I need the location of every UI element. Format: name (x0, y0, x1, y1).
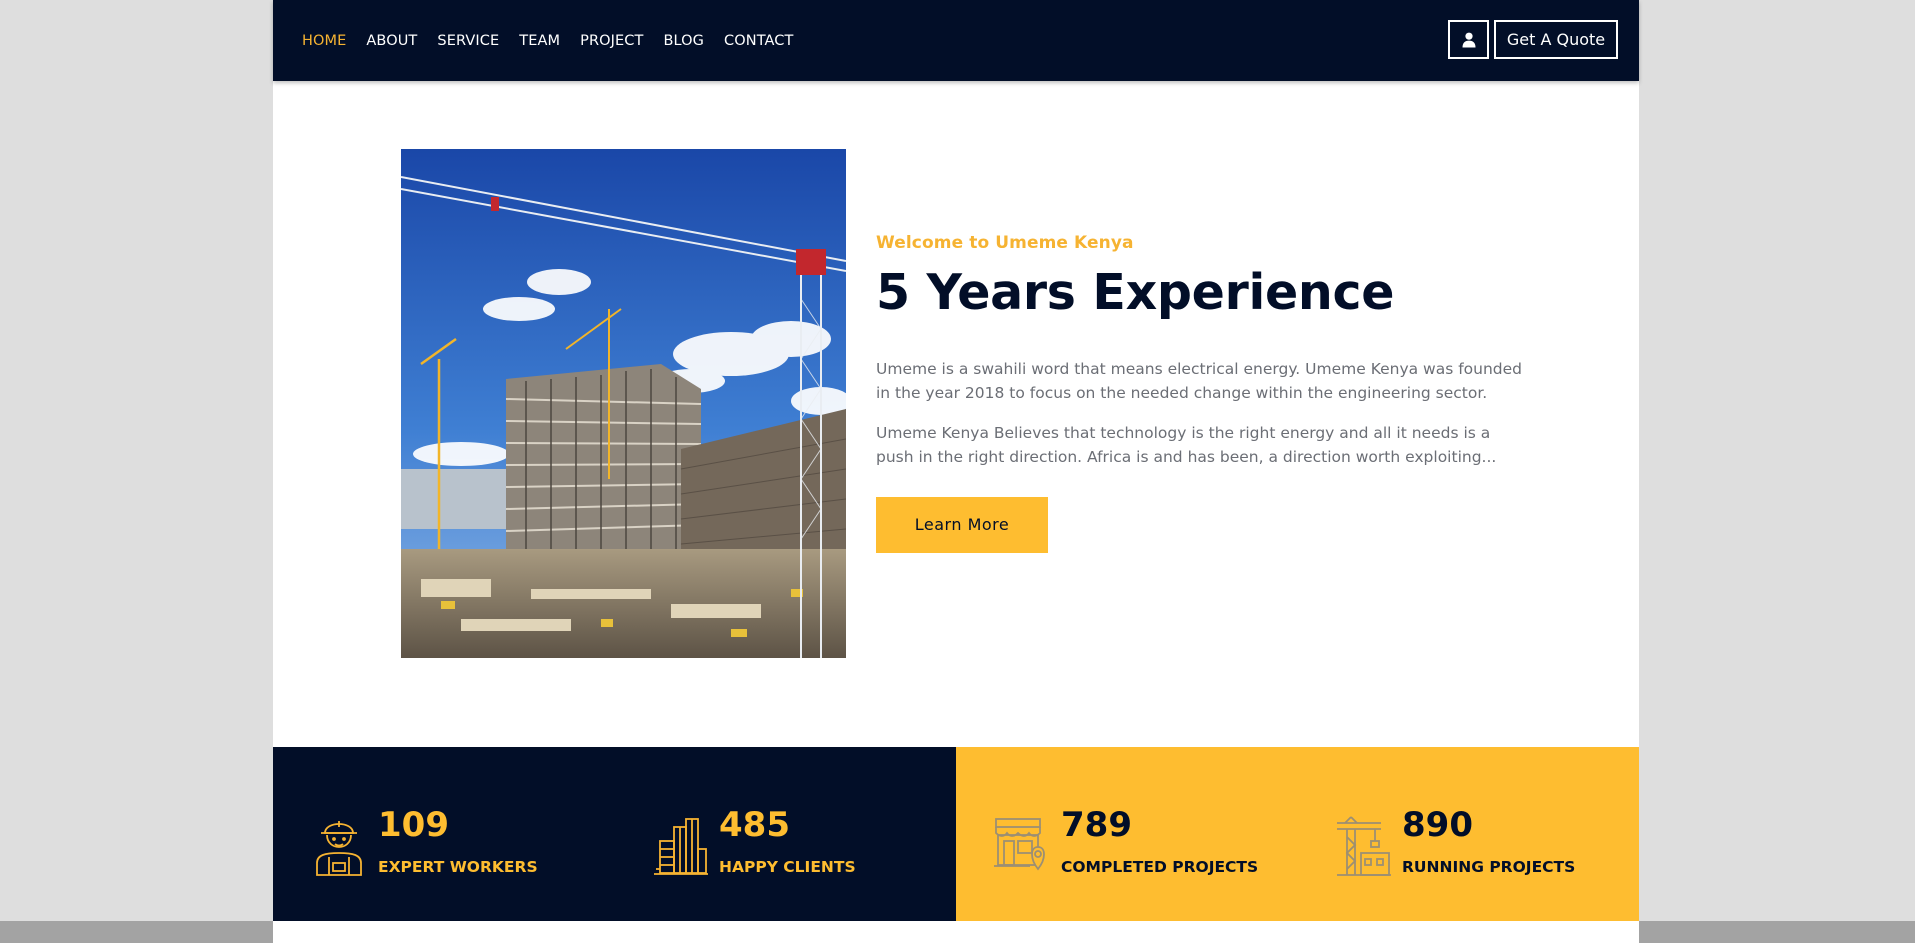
worker-icon (316, 821, 362, 876)
nav-item-about[interactable]: ABOUT (366, 33, 417, 49)
user-icon (1462, 32, 1475, 47)
nav-item-project[interactable]: PROJECT (580, 33, 643, 49)
about-paragraph-1: Umeme is a swahili word that means elect… (876, 359, 1523, 402)
crane-construction-icon (1337, 816, 1391, 876)
stat-value: 890 (1402, 805, 1473, 845)
stat-label: RUNNING PROJECTS (1402, 858, 1576, 876)
about-construction-image (401, 149, 846, 658)
nav-item-team[interactable]: TEAM (519, 33, 560, 49)
stat-completed-projects: 789 COMPLETED PROJECTS (956, 747, 1297, 921)
nav-item-blog[interactable]: BLOG (663, 33, 704, 49)
main-nav-menu: HOME ABOUT SERVICE TEAM PROJECT BLOG CON… (302, 0, 813, 81)
nav-item-contact[interactable]: CONTACT (724, 33, 793, 49)
stat-label: COMPLETED PROJECTS (1061, 858, 1259, 876)
stats-dark-half: 109 EXPERT WORKERS 485 HAPPY CLIENTS (273, 747, 956, 921)
buildings-icon (654, 818, 708, 875)
stats-section: 109 EXPERT WORKERS 485 HAPPY CLIENTS 789… (273, 747, 1639, 921)
stat-expert-workers: 109 EXPERT WORKERS (273, 747, 614, 921)
shop-location-icon (994, 818, 1045, 871)
stat-value: 109 (378, 805, 449, 845)
about-title: 5 Years Experience (876, 264, 1395, 321)
about-paragraph-2: Umeme Kenya Believes that technology is … (876, 423, 1497, 466)
top-navbar: HOME ABOUT SERVICE TEAM PROJECT BLOG CON… (273, 0, 1639, 81)
get-quote-button[interactable]: Get A Quote (1494, 20, 1618, 59)
learn-more-button[interactable]: Learn More (876, 496, 1048, 553)
stats-yellow-half: 789 COMPLETED PROJECTS 890 RUNNING PROJE… (956, 747, 1639, 921)
user-account-button[interactable] (1448, 20, 1489, 59)
nav-item-home[interactable]: HOME (302, 33, 346, 49)
stat-value: 485 (719, 805, 790, 845)
page-container: HOME ABOUT SERVICE TEAM PROJECT BLOG CON… (273, 0, 1639, 943)
stat-happy-clients: 485 HAPPY CLIENTS (614, 747, 955, 921)
nav-item-service[interactable]: SERVICE (437, 33, 499, 49)
about-text-block: Welcome to Umeme Kenya 5 Years Experienc… (876, 233, 1524, 553)
stat-label: HAPPY CLIENTS (719, 858, 856, 876)
stat-label: EXPERT WORKERS (378, 858, 538, 876)
stat-running-projects: 890 RUNNING PROJECTS (1297, 747, 1638, 921)
about-subtitle: Welcome to Umeme Kenya (876, 233, 1134, 253)
stat-value: 789 (1061, 805, 1132, 845)
